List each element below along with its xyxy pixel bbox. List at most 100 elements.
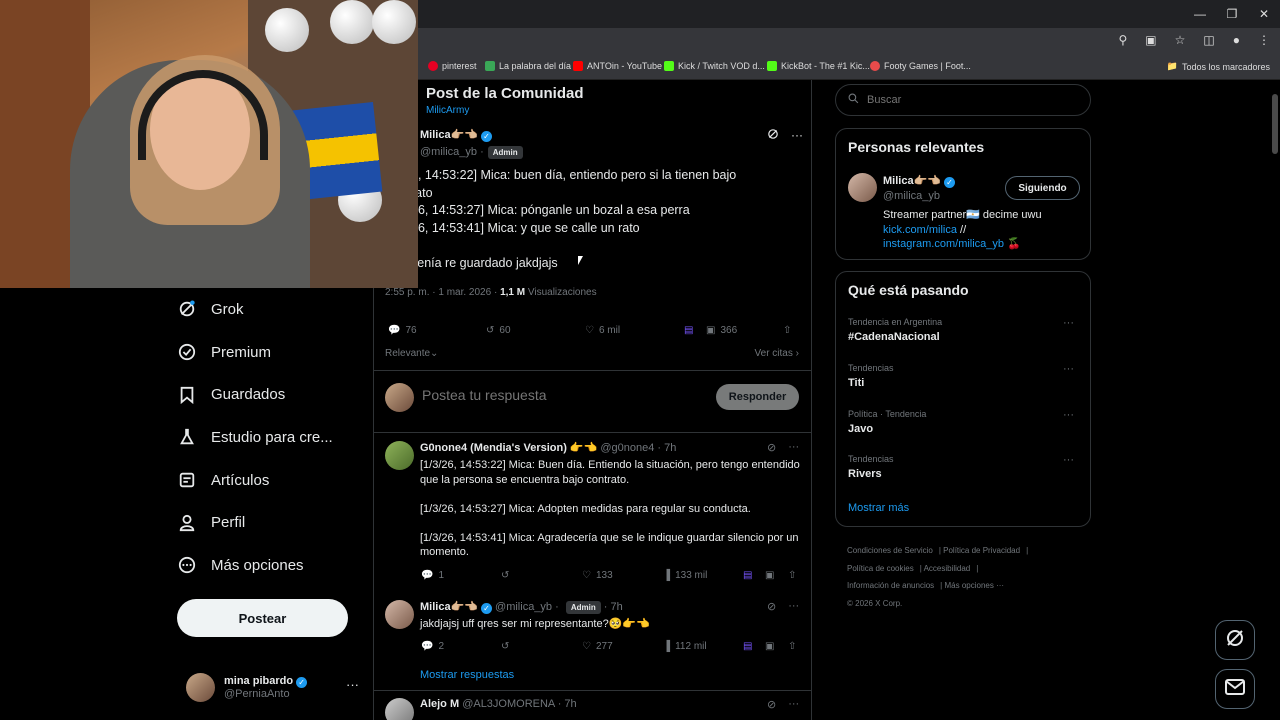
maximize-icon[interactable]: ❐: [1216, 0, 1248, 28]
grok-icon[interactable]: ⊘: [767, 600, 776, 613]
trend-item[interactable]: Tendencias Titi ···: [848, 363, 1080, 389]
more-icon[interactable]: ···: [788, 698, 799, 711]
footer-link[interactable]: Más opciones ···: [944, 581, 1004, 590]
following-button[interactable]: Siguiendo: [1005, 176, 1080, 200]
grok-bookmark-action[interactable]: ▤: [743, 570, 752, 581]
repost-action[interactable]: ↺: [501, 641, 514, 652]
views-action[interactable]: ▐ 112 mil: [663, 641, 707, 652]
repost-action[interactable]: ↺: [501, 570, 514, 581]
like-action[interactable]: ♡ 277: [582, 641, 613, 652]
bookmark-item[interactable]: La palabra del día: [485, 61, 571, 71]
reply-item[interactable]: Alejo M @AL3JOMORENA · 7h ⊘ ···: [385, 698, 805, 720]
like-action[interactable]: ♡ 133: [582, 570, 613, 581]
show-more-link[interactable]: Mostrar más: [848, 502, 909, 514]
share-action[interactable]: ⇧: [788, 570, 796, 581]
zoom-icon[interactable]: ⚲: [1119, 33, 1128, 47]
reply-action[interactable]: 💬 76: [388, 325, 417, 336]
reply-item[interactable]: G0none4 (Mendia's Version) 👉👈 @g0none4 ·…: [385, 441, 805, 586]
quotes-link[interactable]: Ver citas: [755, 348, 793, 359]
minimize-icon[interactable]: —: [1184, 0, 1216, 28]
more-icon[interactable]: ···: [346, 677, 359, 692]
post-timestamp[interactable]: 2:55 p. m. · 1 mar. 2026 ·: [385, 287, 497, 298]
person-name[interactable]: Milica👉🏼👈🏼: [883, 175, 941, 187]
reply-author-handle[interactable]: @g0none4 · 7h: [600, 442, 676, 454]
footer-link[interactable]: Información de anuncios: [847, 581, 934, 590]
premium-icon: [177, 342, 197, 362]
like-action[interactable]: ♡ 6 mil: [585, 325, 620, 336]
nav-item-estudio[interactable]: Estudio para cre...: [177, 416, 367, 459]
footer-link[interactable]: Política de cookies: [847, 564, 914, 573]
reply-action[interactable]: 💬 1: [421, 570, 444, 581]
all-bookmarks[interactable]: 📁 Todos los marcadores: [1167, 61, 1270, 72]
bookmark-item[interactable]: Footy Games | Foot...: [870, 61, 971, 71]
views-action[interactable]: ▐ 133 mil: [663, 570, 707, 581]
nav-item-grok[interactable]: Grok: [177, 288, 367, 331]
grok-icon[interactable]: ⊘: [767, 698, 776, 711]
search-input[interactable]: [867, 94, 1009, 106]
repost-action[interactable]: ↺ 60: [486, 325, 511, 336]
bookmark-item[interactable]: Kick / Twitch VOD d...: [664, 61, 765, 71]
cast-icon[interactable]: ▣: [1145, 33, 1156, 47]
footer-link[interactable]: Accesibilidad: [924, 564, 971, 573]
grok-fab-button[interactable]: [1215, 620, 1255, 660]
reply-author-handle[interactable]: @milica_yb ·: [495, 601, 559, 613]
avatar[interactable]: [848, 173, 877, 202]
close-icon[interactable]: ✕: [1248, 0, 1280, 28]
bio-link[interactable]: kick.com/milica: [883, 224, 957, 236]
more-icon[interactable]: ···: [788, 600, 799, 613]
profile-icon[interactable]: ●: [1233, 33, 1240, 47]
reply-author-name[interactable]: Milica👉🏼👈🏼: [420, 601, 478, 613]
more-icon[interactable]: ···: [1063, 409, 1074, 421]
nav-item-mas-opciones[interactable]: Más opciones: [177, 544, 367, 587]
reply-author-name[interactable]: G0none4 (Mendia's Version) 👉👈: [420, 442, 597, 454]
account-switcher[interactable]: mina pibardo ✓ @PerniaAnto ···: [186, 671, 361, 703]
search-box[interactable]: [835, 84, 1091, 116]
star-icon[interactable]: ☆: [1175, 33, 1186, 47]
scroll-thumb[interactable]: [1272, 94, 1278, 154]
trend-item[interactable]: Política · Tendencia Javo ···: [848, 409, 1080, 435]
grok-bookmark-action[interactable]: ▤: [743, 641, 752, 652]
footer-link[interactable]: Condiciones de Servicio: [847, 546, 933, 555]
messages-fab-button[interactable]: [1215, 669, 1255, 709]
trend-item[interactable]: Tendencia en Argentina #CadenaNacional ·…: [848, 317, 1080, 343]
bookmark-action[interactable]: ▣: [765, 570, 774, 581]
post-author-name[interactable]: Milica👉🏼👈🏼: [420, 129, 478, 141]
more-icon[interactable]: ···: [1063, 363, 1074, 375]
bio-link[interactable]: instagram.com/milica_yb: [883, 238, 1004, 250]
more-icon[interactable]: ···: [1063, 454, 1074, 466]
share-action[interactable]: ⇧: [783, 325, 791, 336]
person-handle[interactable]: @milica_yb: [883, 190, 940, 202]
reply-author-name[interactable]: Alejo M: [420, 698, 459, 710]
reply-author-handle[interactable]: @AL3JOMORENA · 7h: [462, 698, 576, 710]
bookmark-action[interactable]: ▣: [765, 641, 774, 652]
grok-bookmark-action[interactable]: ▤: [684, 325, 693, 336]
grok-icon[interactable]: ⊘: [767, 441, 776, 454]
trend-item[interactable]: Tendencias Rivers ···: [848, 454, 1080, 480]
menu-icon[interactable]: ⋮: [1258, 33, 1270, 47]
sort-relevant[interactable]: Relevante: [385, 348, 430, 359]
grok-icon[interactable]: [767, 128, 779, 143]
share-action[interactable]: ⇧: [788, 641, 796, 652]
footer-link[interactable]: Política de Privacidad: [943, 546, 1020, 555]
bookmark-item[interactable]: ANTOin - YouTube: [573, 61, 662, 71]
scrollbar[interactable]: [1270, 80, 1280, 720]
extensions-icon[interactable]: ◫: [1203, 33, 1214, 47]
nav-item-guardados[interactable]: Guardados: [177, 373, 367, 416]
reply-action[interactable]: 💬 2: [421, 641, 444, 652]
community-link[interactable]: MilicArmy: [426, 105, 584, 116]
more-icon[interactable]: ···: [791, 128, 803, 143]
post-button[interactable]: Postear: [177, 599, 348, 637]
show-replies-link[interactable]: Mostrar respuestas: [420, 669, 514, 681]
bookmark-item[interactable]: KickBot - The #1 Kic...: [767, 61, 870, 71]
post-author-handle[interactable]: @milica_yb: [420, 146, 477, 158]
bookmark-action[interactable]: ▣ 366: [706, 325, 737, 336]
nav-item-articulos[interactable]: Artículos: [177, 459, 367, 502]
more-icon[interactable]: ···: [788, 441, 799, 454]
nav-item-premium[interactable]: Premium: [177, 331, 367, 374]
nav-item-perfil[interactable]: Perfil: [177, 501, 367, 544]
reply-button[interactable]: Responder: [716, 384, 799, 410]
reply-item[interactable]: Milica👉🏼👈🏼 ✓ @milica_yb · Admin · 7h ⊘ ···…: [385, 600, 805, 685]
bookmark-item[interactable]: pinterest: [428, 61, 477, 71]
more-icon[interactable]: ···: [1063, 317, 1074, 329]
reply-input[interactable]: [422, 387, 672, 403]
